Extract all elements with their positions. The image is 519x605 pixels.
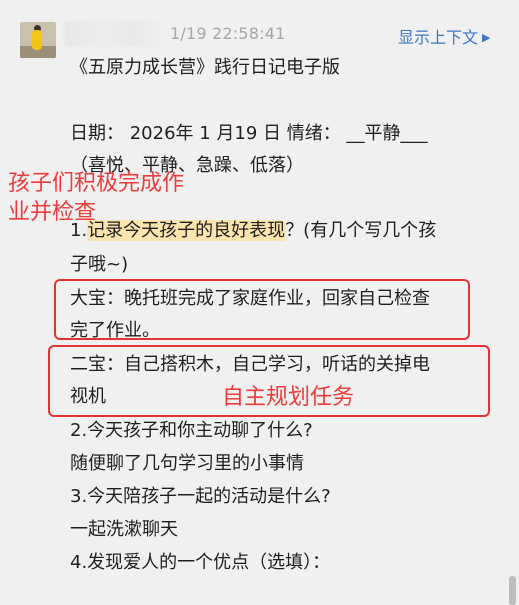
sender-name-blurred bbox=[64, 21, 164, 47]
question-3: 3.今天陪孩子一起的活动是什么? bbox=[70, 486, 331, 507]
message-timestamp: 1/19 22:58:41 bbox=[170, 24, 286, 43]
question-1: 1.记录今天孩子的良好表现？(有几个写几个孩 bbox=[70, 219, 436, 243]
show-context-link[interactable]: 显示上下文 ▶ bbox=[398, 24, 490, 48]
annotation-right: 自主规划任务 bbox=[222, 385, 355, 410]
avatar-figure bbox=[32, 30, 42, 50]
answer-3: 随便聊了几句学习里的小事情 bbox=[70, 453, 304, 474]
diary-title: 《五原力成长营》践行日记电子版 bbox=[70, 57, 340, 78]
show-context-label: 显示上下文 bbox=[398, 28, 479, 47]
annotation-left-line2: 业并检查 bbox=[8, 200, 97, 225]
date-mood-line: 日期： 2026年 1 月19 日 情绪： __平静___ bbox=[70, 123, 428, 144]
question-4: 4.发现爱人的一个优点（选填）： bbox=[70, 552, 331, 573]
red-highlight-box-answer-1 bbox=[54, 279, 470, 340]
annotation-left-line1: 孩子们积极完成作 bbox=[8, 171, 185, 196]
question-2: 2.今天孩子和你主动聊了什么? bbox=[70, 420, 313, 441]
avatar[interactable] bbox=[20, 22, 56, 58]
caret-right-icon: ▶ bbox=[482, 31, 491, 44]
question-1-continued: 子哦~) bbox=[70, 254, 129, 275]
question-1-suffix: ？(有几个写几个孩 bbox=[285, 220, 437, 241]
vertical-scrollbar[interactable] bbox=[509, 576, 516, 605]
chat-message-view: 1/19 22:58:41 显示上下文 ▶ 《五原力成长营》践行日记电子版 日期：… bbox=[0, 0, 519, 605]
question-1-highlight: 记录今天孩子的良好表现 bbox=[87, 220, 286, 241]
answer-4: 一起洗漱聊天 bbox=[70, 519, 178, 540]
